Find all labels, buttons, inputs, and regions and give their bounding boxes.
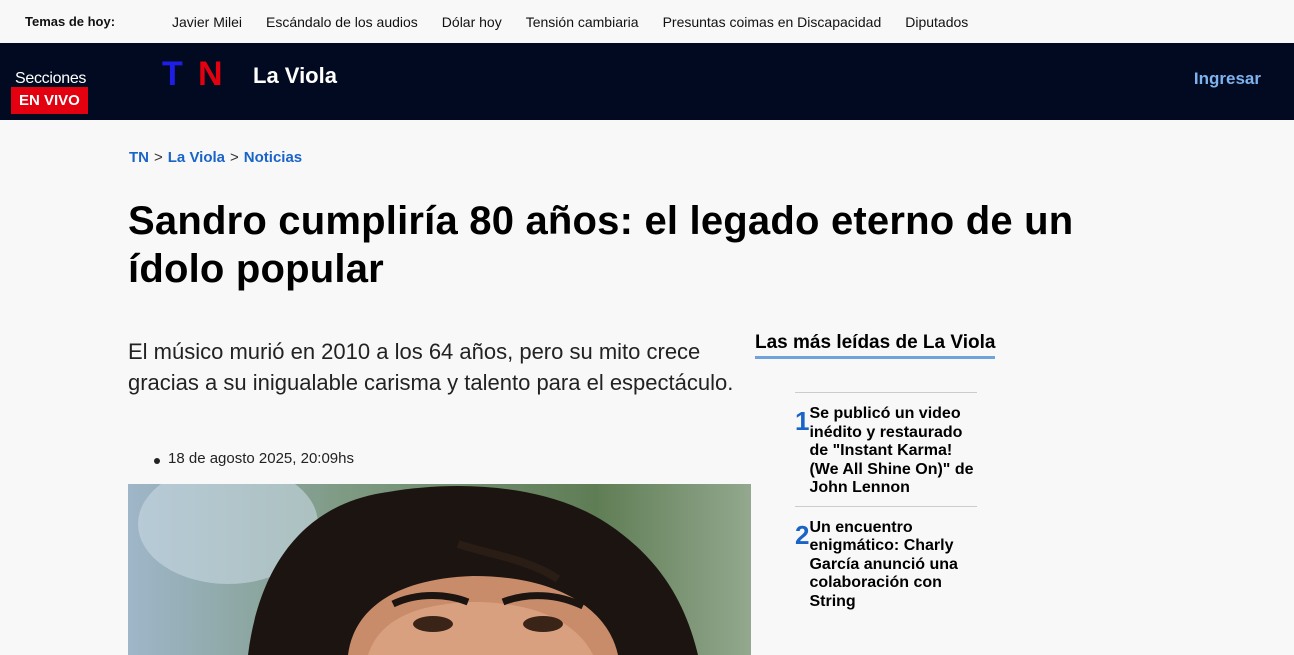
publish-date: 18 de agosto 2025, 20:09hs <box>154 450 354 467</box>
trending-topics-bar: Temas de hoy: Javier Milei Escándalo de … <box>0 0 1294 43</box>
logo-letter-n: N <box>198 57 223 89</box>
breadcrumb-separator: > <box>230 149 239 166</box>
topic-link[interactable]: Tensión cambiaria <box>526 14 639 30</box>
article-hero-image[interactable] <box>128 484 751 655</box>
article-title: Sandro cumpliría 80 años: el legado eter… <box>128 199 1074 291</box>
section-brand-title[interactable]: La Viola <box>253 63 337 89</box>
rank-number: 2 <box>795 519 810 550</box>
breadcrumb-separator: > <box>154 149 163 166</box>
breadcrumb: TN > La Viola > Noticias <box>129 149 302 166</box>
most-read-headline[interactable]: Un encuentro enigmático: Charly García a… <box>809 519 977 612</box>
most-read-title: Las más leídas de La Viola <box>755 332 996 359</box>
most-read-list: 1 Se publicó un video inédito y restaura… <box>795 392 977 619</box>
most-read-item[interactable]: 2 Un encuentro enigmático: Charly García… <box>795 505 977 620</box>
rank-number: 1 <box>795 406 810 436</box>
trending-label: Temas de hoy: <box>25 14 116 29</box>
publish-date-text: 18 de agosto 2025, 20:09hs <box>168 450 354 467</box>
topic-link[interactable]: Dólar hoy <box>442 14 502 30</box>
topic-link[interactable]: Presuntas coimas en Discapacidad <box>663 14 882 30</box>
logo-letter-t: T <box>162 57 183 89</box>
most-read-item[interactable]: 1 Se publicó un video inédito y restaura… <box>795 392 977 506</box>
breadcrumb-home[interactable]: TN <box>129 149 149 166</box>
live-badge[interactable]: EN VIVO <box>11 87 88 114</box>
most-read-headline[interactable]: Se publicó un video inédito y restaurado… <box>809 405 977 498</box>
hero-photo <box>128 484 751 655</box>
breadcrumb-section[interactable]: La Viola <box>168 149 225 166</box>
topic-link[interactable]: Javier Milei <box>172 14 242 30</box>
article-lead: El músico murió en 2010 a los 64 años, p… <box>128 339 734 395</box>
topic-link[interactable]: Escándalo de los audios <box>266 14 418 30</box>
login-button[interactable]: Ingresar <box>1194 69 1261 89</box>
site-header: Secciones EN VIVO T N La Viola Ingresar <box>0 43 1294 120</box>
topic-link[interactable]: Diputados <box>905 14 968 30</box>
breadcrumb-category[interactable]: Noticias <box>244 149 302 166</box>
tn-logo[interactable]: T N <box>162 57 230 89</box>
sections-menu-button[interactable]: Secciones <box>15 70 86 88</box>
